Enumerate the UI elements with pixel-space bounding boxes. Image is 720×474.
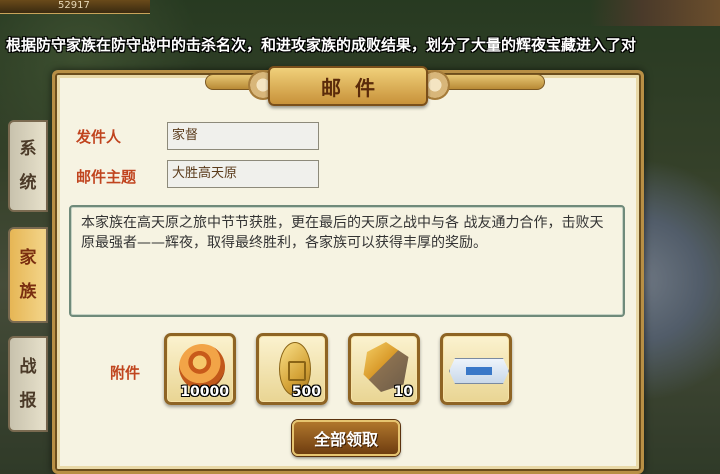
attachment-count-3: 10 [393, 384, 413, 400]
attachment-count-2: 500 [291, 384, 321, 400]
tab-battle-report-label: 战报 [19, 357, 37, 411]
attachment-slot-4[interactable] [440, 333, 512, 405]
scrolling-announcement: 根据防守家族在防守战中的击杀名次，和进攻家族的成败结果，划分了大量的辉夜宝藏进入… [6, 36, 637, 54]
tab-system[interactable]: 系统 [8, 120, 48, 212]
mail-title-plate: 邮件 [268, 66, 428, 106]
tab-family-label: 家族 [19, 248, 37, 302]
subject-label: 邮件主题 [76, 168, 137, 186]
tab-battle-report[interactable]: 战报 [8, 336, 48, 432]
ticket-icon [449, 358, 509, 384]
mail-title: 邮件 [321, 75, 389, 100]
claim-all-button[interactable]: 全部领取 [292, 420, 400, 456]
gold-amount: 52917 [58, 0, 90, 11]
attachment-slot-2[interactable]: 500 [256, 333, 328, 405]
attachment-slot-1[interactable]: 10000 [164, 333, 236, 405]
attachments-label: 附件 [110, 364, 141, 382]
tab-system-label: 系统 [19, 139, 37, 193]
top-right-decoration [590, 0, 720, 26]
attachment-count-1: 10000 [180, 384, 229, 400]
mail-body: 本家族在高天原之旅中节节获胜，更在最后的天原之战中与各 战友通力合作，击败天原最… [69, 205, 625, 317]
attachment-slot-3[interactable]: 10 [348, 333, 420, 405]
sender-field: 家督 [167, 122, 319, 150]
subject-field: 大胜高天原 [167, 160, 319, 188]
sender-label: 发件人 [76, 128, 122, 146]
tab-family[interactable]: 家族 [8, 227, 48, 323]
